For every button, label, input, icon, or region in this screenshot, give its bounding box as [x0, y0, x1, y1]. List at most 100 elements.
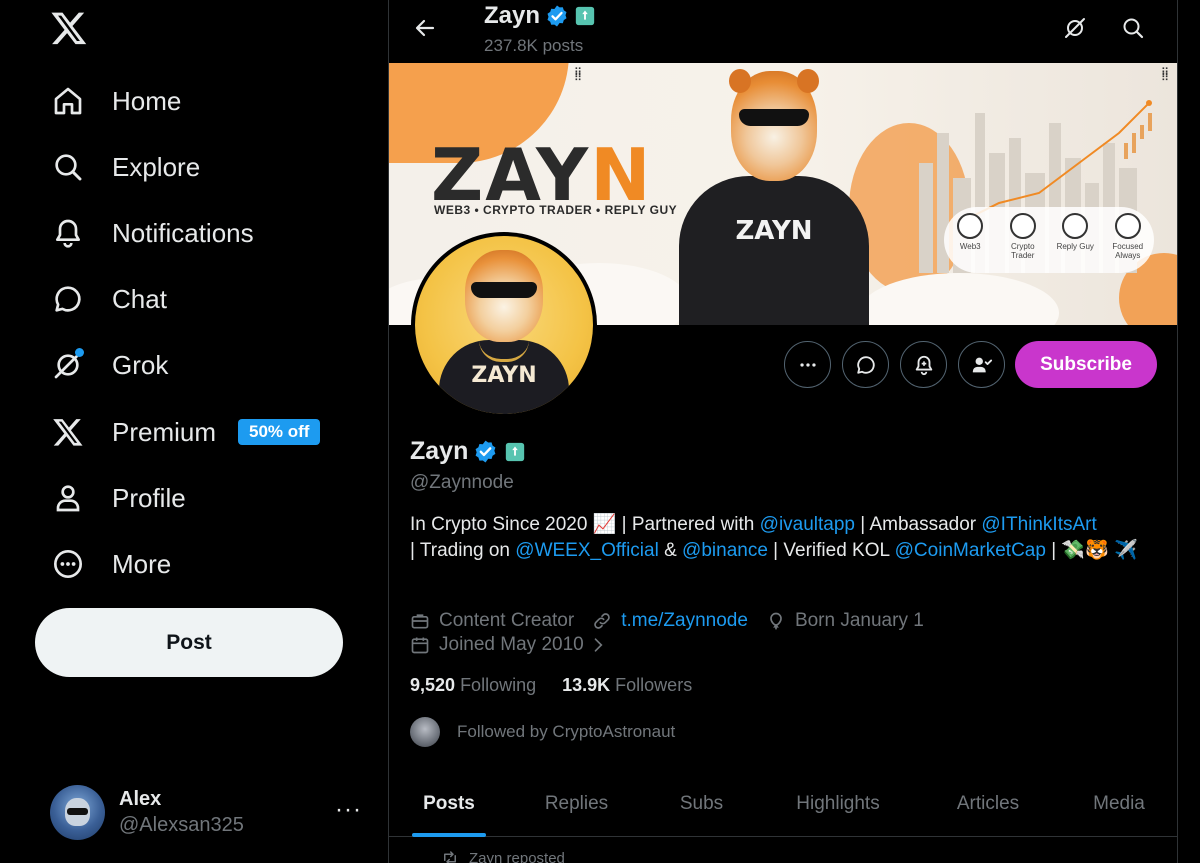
follow-stats: 9,520 Following 13.9K Followers	[410, 675, 692, 696]
sidebar-item-grok[interactable]: Grok	[44, 337, 168, 393]
followers-count: 13.9K	[562, 675, 611, 695]
banner-badge: Web3	[947, 213, 993, 251]
affiliate-badge-icon[interactable]	[504, 441, 526, 463]
dots-decoration-icon: ⠿ ⠿	[574, 67, 582, 84]
bio-mention-link[interactable]: @WEEX_Official	[515, 540, 659, 561]
grok-icon	[44, 345, 92, 385]
promo-badge: 50% off	[238, 419, 321, 445]
avatar-image: ZAYN	[415, 236, 593, 414]
sidebar-item-label: Chat	[112, 283, 167, 314]
calendar-icon	[411, 637, 429, 654]
avatar-shirt-text: ZAYN	[471, 363, 537, 388]
target-icon	[1114, 213, 1141, 239]
bio-mention-link[interactable]: @CoinMarketCap	[895, 540, 1046, 561]
chevron-right-icon	[594, 638, 603, 652]
chat-bubble-icon	[1062, 213, 1089, 239]
sidebar-item-more[interactable]: More	[44, 536, 171, 592]
tab-subs[interactable]: Subs	[644, 770, 759, 837]
sidebar-item-premium[interactable]: Premium 50% off	[44, 404, 321, 460]
globe-icon	[957, 213, 984, 239]
sidebar-item-label: Grok	[112, 349, 169, 380]
profile-bio: In Crypto Since 2020 📈 | Partnered with …	[410, 512, 1160, 564]
account-info: Alex @Alexsan325	[119, 788, 244, 837]
tab-highlights[interactable]: Highlights	[759, 770, 917, 837]
profile-joined[interactable]: Joined May 2010	[410, 634, 626, 656]
profile-name: Zayn	[410, 437, 469, 465]
bio-text: | Trading on	[410, 540, 516, 561]
chart-icon	[1009, 213, 1036, 239]
header-name: Zayn	[484, 2, 541, 29]
sidebar-item-notifications[interactable]: Notifications	[44, 205, 254, 261]
bio-mention-link[interactable]: @IThinkItsArt	[981, 514, 1096, 535]
profile-avatar[interactable]: ZAYN	[411, 232, 597, 418]
followed-by[interactable]: Followed by CryptoAstronaut	[410, 717, 675, 747]
sidebar-item-label: Home	[112, 85, 182, 116]
account-handle: @Alexsan325	[119, 813, 244, 836]
tab-posts[interactable]: Posts	[389, 770, 509, 837]
banner-badge: Crypto Trader	[1000, 213, 1046, 260]
following-button[interactable]	[958, 341, 1005, 388]
balloon-icon	[770, 612, 782, 630]
notify-button[interactable]	[900, 341, 947, 388]
banner-subtitle: WEB3 • CRYPTO TRADER • REPLY GUY	[434, 203, 678, 217]
tab-media[interactable]: Media	[1059, 770, 1177, 837]
sidebar-item-chat[interactable]: Chat	[44, 271, 167, 327]
account-switcher[interactable]: Alex @Alexsan325 ···	[50, 780, 370, 844]
bio-mention-link[interactable]: @ivaultapp	[760, 514, 855, 535]
following-link[interactable]: 9,520 Following	[410, 675, 536, 696]
profile-tabs: Posts Replies Subs Highlights Articles M…	[389, 770, 1177, 837]
birthday-text: Born January 1	[794, 610, 924, 631]
sidebar: Home Explore Notifications Chat Grok Pre…	[0, 0, 388, 863]
subscribe-button[interactable]: Subscribe	[1015, 341, 1157, 388]
x-logo-icon[interactable]	[50, 9, 88, 47]
hoodie-text: ZAYN	[735, 216, 813, 246]
joined-text: Joined May 2010	[439, 634, 584, 655]
profile-name-row: Zayn	[410, 437, 526, 466]
sidebar-item-label: Premium	[112, 416, 217, 447]
back-arrow-icon[interactable]	[409, 12, 441, 44]
bell-plus-icon	[915, 355, 932, 375]
sunglasses	[471, 282, 537, 298]
sidebar-item-explore[interactable]: Explore	[44, 139, 200, 195]
message-button[interactable]	[842, 341, 889, 388]
more-icon[interactable]: ···	[335, 796, 362, 824]
banner-tiger-figure: ZAYN	[669, 69, 879, 325]
tab-articles[interactable]: Articles	[917, 770, 1059, 837]
following-label: Following	[460, 675, 537, 695]
profile-handle: @Zaynnode	[410, 472, 514, 493]
tiger-ear	[729, 69, 751, 93]
avatar	[410, 717, 440, 747]
profile-link[interactable]: t.me/Zaynnode	[621, 610, 748, 632]
person-icon	[44, 478, 92, 518]
posts-count: 237.8K posts	[484, 36, 584, 55]
sidebar-item-profile[interactable]: Profile	[44, 470, 186, 526]
banner-badge-label: Crypto Trader	[1010, 242, 1035, 260]
followers-link[interactable]: 13.9K Followers	[562, 675, 692, 696]
followers-label: Followers	[615, 675, 693, 695]
bio-text: &	[658, 540, 683, 561]
profile-website[interactable]: t.me/Zaynnode	[592, 610, 748, 632]
verified-badge-icon[interactable]	[473, 439, 498, 464]
post-button[interactable]: Post	[35, 608, 343, 677]
grok-icon[interactable]	[1059, 12, 1091, 44]
banner-badge: Focused Always	[1105, 213, 1151, 260]
banner-badge-label: Focused Always	[1112, 242, 1144, 260]
repost-icon	[444, 851, 456, 863]
sunglasses	[739, 109, 809, 126]
banner-badges: Web3 Crypto Trader Reply Guy Focused Alw…	[944, 207, 1154, 273]
profile-birthday: Born January 1	[766, 610, 924, 632]
more-options-button[interactable]	[784, 341, 831, 388]
tiger-head	[729, 69, 819, 181]
search-icon[interactable]	[1117, 12, 1149, 44]
bio-text: | Verified KOL	[767, 540, 895, 561]
profile-category-text: Content Creator	[439, 610, 575, 631]
hoodie	[679, 176, 869, 325]
profile-header: Zayn 237.8K posts	[389, 0, 1177, 62]
banner-badge-label: Reply Guy	[1056, 242, 1094, 251]
joined-date: Joined May 2010	[410, 634, 608, 656]
bio-mention-link[interactable]: @binance	[682, 540, 768, 561]
tab-replies[interactable]: Replies	[509, 770, 644, 837]
sidebar-item-label: Notifications	[112, 217, 254, 248]
profile-column: Zayn 237.8K posts ZAYN WEB3 • CRYPTO TRA…	[388, 0, 1178, 863]
sidebar-item-home[interactable]: Home	[44, 73, 181, 129]
